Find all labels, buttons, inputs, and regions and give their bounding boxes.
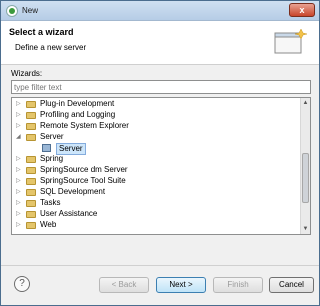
expand-arrow-icon[interactable]: ▷ <box>16 121 22 131</box>
banner-title: Select a wizard <box>9 27 74 37</box>
tree-item-label: Spring <box>40 154 64 163</box>
tree-item-label: Tasks <box>40 198 61 207</box>
expand-arrow-icon[interactable]: ▷ <box>16 154 22 164</box>
vertical-scrollbar[interactable]: ▲ ▼ <box>300 98 310 234</box>
folder-icon <box>26 222 36 229</box>
new-wizard-icon <box>274 28 307 54</box>
expand-arrow-icon[interactable]: ▷ <box>16 198 22 208</box>
tree-item[interactable]: ◢ Server <box>12 132 300 142</box>
help-icon[interactable]: ? <box>14 276 30 292</box>
expand-arrow-icon[interactable]: ▷ <box>16 187 22 197</box>
tree-item-label: Profiling and Logging <box>40 110 116 119</box>
expand-arrow-icon[interactable]: ▷ <box>16 110 22 120</box>
footer-separator <box>1 265 319 266</box>
tree-item-label: Web <box>40 220 57 229</box>
window-title: New <box>22 6 39 15</box>
wizard-tree[interactable]: ▷ Plug-in Development ▷ Profiling and Loggi… <box>11 97 311 235</box>
expand-arrow-icon[interactable]: ▷ <box>16 99 22 109</box>
tree-item-label: SpringSource Tool Suite <box>40 176 126 185</box>
tree-item-label: Plug-in Development <box>40 99 115 108</box>
new-wizard-dialog: New x Select a wizard Define a new serve… <box>0 0 320 306</box>
tree-item-label: Server <box>40 132 64 141</box>
folder-icon <box>26 167 36 174</box>
tree-item-label: SpringSource dm Server <box>40 165 128 174</box>
scroll-up-arrow-icon[interactable]: ▲ <box>301 98 310 108</box>
expand-arrow-icon[interactable]: ▷ <box>16 176 22 186</box>
folder-icon <box>26 211 36 218</box>
tree-item-label: User Assistance <box>40 209 98 218</box>
server-icon <box>42 144 51 152</box>
tree-item[interactable]: Server <box>12 143 300 155</box>
next-button[interactable]: Next > <box>156 277 206 293</box>
close-button[interactable]: x <box>289 3 315 17</box>
folder-icon <box>26 134 36 141</box>
tree-item-label: Remote System Explorer <box>40 121 129 130</box>
tree-item[interactable]: ▷ Tasks <box>12 198 300 208</box>
cancel-button[interactable]: Cancel <box>269 277 314 293</box>
tree-item[interactable]: ▷ SpringSource Tool Suite <box>12 176 300 186</box>
tree-item[interactable]: ▷ User Assistance <box>12 209 300 219</box>
scroll-down-arrow-icon[interactable]: ▼ <box>301 224 310 234</box>
tree-item-label: SQL Development <box>40 187 106 196</box>
collapse-arrow-icon[interactable]: ◢ <box>16 132 22 142</box>
title-bar[interactable]: New x <box>1 1 319 21</box>
banner-subtitle: Define a new server <box>15 43 87 52</box>
tree-item[interactable]: ▷ Remote System Explorer <box>12 121 300 131</box>
tree-item[interactable]: ▷ Profiling and Logging <box>12 110 300 120</box>
folder-icon <box>26 200 36 207</box>
folder-icon <box>26 178 36 185</box>
tree-item[interactable]: ▷ SpringSource dm Server <box>12 165 300 175</box>
expand-arrow-icon[interactable]: ▷ <box>16 220 22 230</box>
wizards-label: Wizards: <box>11 69 43 78</box>
scrollbar-thumb[interactable] <box>302 153 309 203</box>
folder-icon <box>26 123 36 130</box>
expand-arrow-icon[interactable]: ▷ <box>16 209 22 219</box>
back-button[interactable]: < Back <box>99 277 149 293</box>
finish-button[interactable]: Finish <box>213 277 263 293</box>
expand-arrow-icon[interactable]: ▷ <box>16 165 22 175</box>
folder-icon <box>26 189 36 196</box>
folder-icon <box>26 101 36 108</box>
folder-icon <box>26 112 36 119</box>
eclipse-icon <box>6 5 18 17</box>
tree-item[interactable]: ▷ Spring <box>12 154 300 164</box>
wizard-banner: Select a wizard Define a new server <box>1 21 319 65</box>
tree-item[interactable]: ▷ Plug-in Development <box>12 99 300 109</box>
tree-item[interactable]: ▷ Web <box>12 220 300 230</box>
tree-item[interactable]: ▷ SQL Development <box>12 187 300 197</box>
folder-icon <box>26 156 36 163</box>
filter-input[interactable] <box>11 80 311 94</box>
